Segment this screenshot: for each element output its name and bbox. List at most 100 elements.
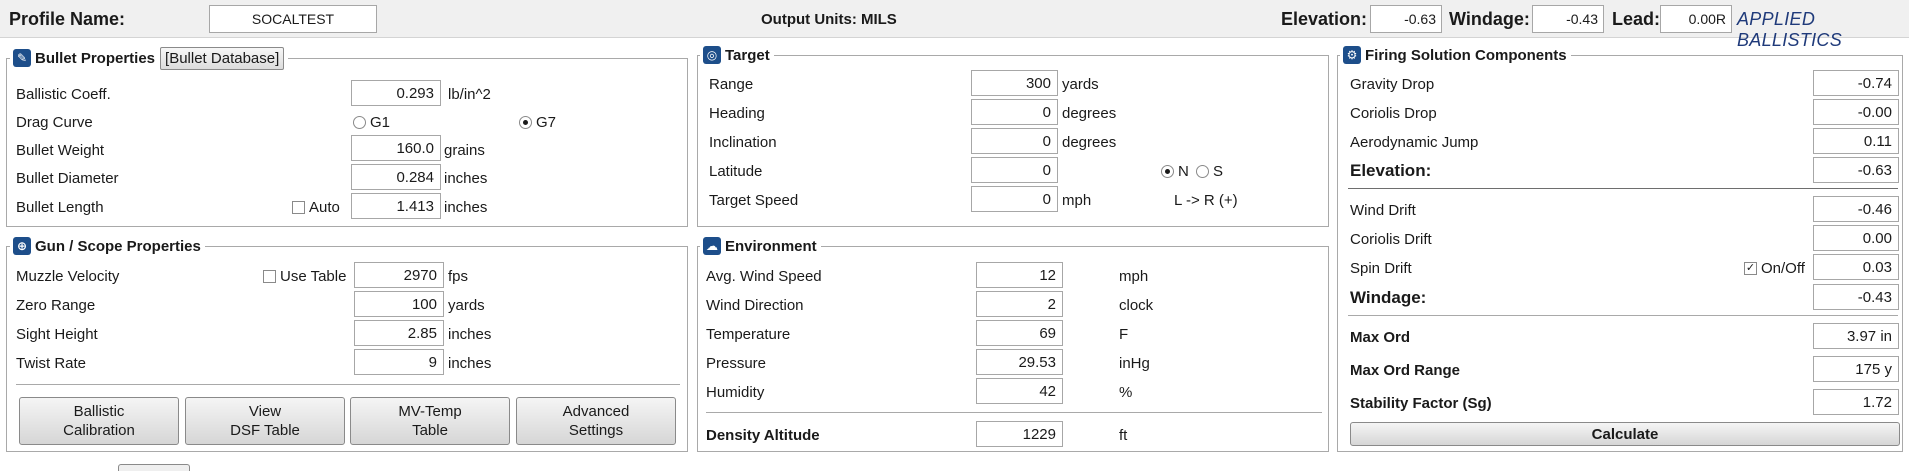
environment-divider: [706, 412, 1322, 413]
density-altitude-label: Density Altitude: [706, 427, 820, 444]
bullet-weight-label: Bullet Weight: [16, 142, 105, 159]
wind-drift-value: -0.46: [1813, 196, 1899, 222]
muzzle-velocity-input[interactable]: 2970: [354, 262, 444, 288]
bullet-diameter-label: Bullet Diameter: [16, 170, 119, 187]
bullet-weight-unit: grains: [444, 142, 485, 159]
wind-speed-label: Avg. Wind Speed: [706, 268, 822, 285]
pressure-unit: inHg: [1119, 355, 1150, 372]
humidity-label: Humidity: [706, 384, 765, 401]
environment-title: ☁ Environment: [700, 235, 821, 257]
gun-scope-title: ⊕ Gun / Scope Properties: [10, 235, 205, 257]
g7-radio[interactable]: G7: [519, 114, 556, 131]
profile-name-input[interactable]: SOCALTEST: [209, 5, 377, 33]
max-ord-range-value: 175 y: [1813, 356, 1899, 382]
density-altitude-unit: ft: [1119, 427, 1128, 444]
bullet-diameter-input[interactable]: 0.284: [351, 164, 441, 190]
wind-speed-unit: mph: [1119, 268, 1149, 285]
gun-divider: [16, 384, 680, 385]
max-ord-label: Max Ord: [1350, 329, 1411, 346]
gear-icon: ⚙: [1343, 46, 1361, 64]
check-icon[interactable]: ✓: [1744, 262, 1757, 275]
aero-jump-label: Aerodynamic Jump: [1350, 134, 1479, 151]
bullet-properties-panel: [6, 58, 688, 227]
spin-drift-value: 0.03: [1813, 254, 1899, 280]
south-radio[interactable]: S: [1196, 163, 1223, 180]
target-direction-note: L -> R (+): [1174, 192, 1238, 209]
bullet-properties-title: ✎ Bullet Properties [Bullet Database]: [10, 46, 289, 70]
target-speed-input[interactable]: 0: [971, 186, 1058, 212]
bullet-length-input[interactable]: 1.413: [351, 193, 441, 219]
heading-input[interactable]: 0: [971, 99, 1058, 125]
ballistic-coeff-input[interactable]: 0.293: [351, 80, 441, 106]
target-icon: ◎: [703, 46, 721, 64]
auto-checkbox-box[interactable]: [292, 201, 305, 214]
header-windage-value: -0.43: [1532, 5, 1604, 33]
gravity-drop-label: Gravity Drop: [1350, 76, 1435, 93]
solution-windage-value: -0.43: [1813, 284, 1899, 310]
elevation-divider: [1348, 188, 1898, 189]
header-windage-label: Windage:: [1449, 9, 1530, 29]
partial-tab[interactable]: [118, 464, 190, 471]
header-lead-label: Lead:: [1612, 9, 1661, 29]
muzzle-velocity-unit: fps: [448, 268, 469, 285]
cloud-icon: ☁: [703, 237, 721, 255]
stability-factor-value: 1.72: [1813, 389, 1899, 415]
bullet-weight-input[interactable]: 160.0: [351, 135, 441, 161]
output-units-label: Output Units: MILS: [761, 11, 897, 28]
g1-radio-button[interactable]: [353, 116, 366, 129]
pencil-icon: ✎: [13, 49, 31, 67]
wind-speed-input[interactable]: 12: [976, 262, 1063, 288]
view-dsf-table-button[interactable]: View DSF Table: [185, 397, 345, 445]
south-radio-button[interactable]: [1196, 165, 1209, 178]
max-ord-value: 3.97 in: [1813, 323, 1899, 349]
humidity-input[interactable]: 42: [976, 378, 1063, 404]
g1-radio[interactable]: G1: [353, 114, 390, 131]
wind-direction-input[interactable]: 2: [976, 291, 1063, 317]
zero-range-input[interactable]: 100: [354, 291, 444, 317]
solution-elevation-value: -0.63: [1813, 157, 1899, 183]
target-speed-label: Target Speed: [709, 192, 799, 209]
zero-range-label: Zero Range: [16, 297, 96, 314]
wind-drift-label: Wind Drift: [1350, 202, 1416, 219]
coriolis-drift-label: Coriolis Drift: [1350, 231, 1432, 248]
solution-windage-label: Windage:: [1350, 288, 1427, 307]
max-ord-range-label: Max Ord Range: [1350, 362, 1461, 379]
bullet-database-button[interactable]: [Bullet Database]: [160, 46, 285, 70]
mv-temp-table-button[interactable]: MV-Temp Table: [350, 397, 510, 445]
wind-direction-label: Wind Direction: [706, 297, 804, 314]
bullet-length-label: Bullet Length: [16, 199, 104, 216]
calculate-button[interactable]: Calculate: [1350, 422, 1900, 446]
heading-label: Heading: [709, 105, 765, 122]
use-table-checkbox[interactable]: Use Table: [263, 268, 346, 285]
temperature-input[interactable]: 69: [976, 320, 1063, 346]
north-radio[interactable]: N: [1161, 163, 1189, 180]
use-table-checkbox-box[interactable]: [263, 270, 276, 283]
twist-rate-input[interactable]: 9: [354, 349, 444, 375]
spin-drift-toggle[interactable]: ✓ On/Off: [1744, 260, 1805, 277]
range-input[interactable]: 300: [971, 70, 1058, 96]
north-radio-button[interactable]: [1161, 165, 1174, 178]
advanced-settings-button[interactable]: Advanced Settings: [516, 397, 676, 445]
sight-height-input[interactable]: 2.85: [354, 320, 444, 346]
brand-logo: APPLIED BALLISTICS: [1737, 9, 1843, 50]
humidity-unit: %: [1119, 384, 1133, 401]
zero-range-unit: yards: [448, 297, 485, 314]
inclination-input[interactable]: 0: [971, 128, 1058, 154]
target-title: ◎ Target: [700, 44, 774, 66]
auto-checkbox[interactable]: Auto: [292, 199, 340, 216]
sight-height-label: Sight Height: [16, 326, 98, 343]
inclination-label: Inclination: [709, 134, 777, 151]
latitude-input[interactable]: 0: [971, 157, 1058, 183]
latitude-label: Latitude: [709, 163, 763, 180]
header-lead-value: 0.00R: [1660, 5, 1732, 33]
twist-rate-label: Twist Rate: [16, 355, 87, 372]
profile-name-label: Profile Name:: [9, 9, 126, 29]
pressure-input[interactable]: 29.53: [976, 349, 1063, 375]
solution-elevation-label: Elevation:: [1350, 161, 1432, 180]
g7-radio-button[interactable]: [519, 116, 532, 129]
header-elevation-value: -0.63: [1370, 5, 1442, 33]
heading-unit: degrees: [1062, 105, 1117, 122]
range-label: Range: [709, 76, 754, 93]
ballistic-calibration-button[interactable]: Ballistic Calibration: [19, 397, 179, 445]
coriolis-drift-value: 0.00: [1813, 225, 1899, 251]
